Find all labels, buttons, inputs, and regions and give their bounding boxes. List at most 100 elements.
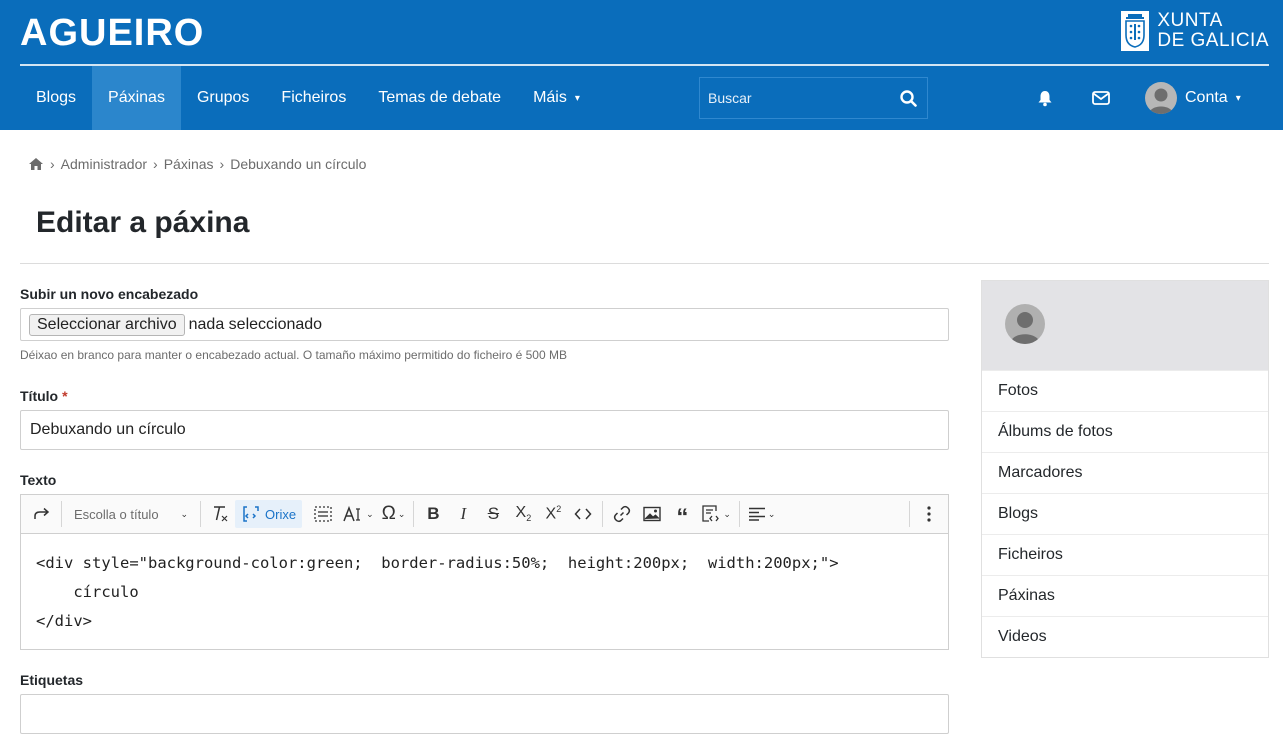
- more-options-icon: [927, 506, 931, 522]
- superscript-button[interactable]: X2: [538, 499, 568, 529]
- align-button[interactable]: ⌄: [744, 499, 780, 529]
- chevron-down-icon: ⌄: [767, 508, 776, 519]
- link-button[interactable]: [607, 499, 637, 529]
- nav-item-mais[interactable]: Máis ▾: [517, 66, 596, 130]
- account-menu[interactable]: Conta ▾: [1145, 82, 1241, 114]
- toolbar-separator: [61, 501, 62, 527]
- user-avatar-icon[interactable]: [1005, 304, 1045, 344]
- font-size-button[interactable]: ⌄: [338, 499, 378, 529]
- text-label: Texto: [20, 472, 57, 488]
- choose-file-button[interactable]: Seleccionar archivo: [29, 313, 185, 336]
- source-line: </div>: [36, 612, 92, 630]
- toolbar-separator: [413, 501, 415, 527]
- subscript-button[interactable]: X2: [508, 499, 538, 529]
- chevron-down-icon: ▾: [1235, 92, 1241, 104]
- header-upload-label: Subir un novo encabezado: [20, 286, 199, 302]
- search-icon: [899, 89, 917, 107]
- xunta-logo[interactable]: XUNTA DE GALICIA: [1121, 11, 1269, 51]
- source-label: Orixe: [265, 506, 297, 522]
- align-icon: [748, 507, 765, 521]
- nav-item-ficheiros[interactable]: Ficheiros: [265, 66, 362, 130]
- font-size-icon: [343, 505, 361, 522]
- heading-dropdown[interactable]: Escolla o título ⌄: [66, 499, 196, 529]
- site-brand[interactable]: AGUEIRO: [20, 12, 204, 55]
- image-button[interactable]: [637, 499, 667, 529]
- tags-input[interactable]: [20, 694, 949, 734]
- breadcrumb-item[interactable]: Administrador: [61, 156, 147, 172]
- account-label: Conta: [1185, 89, 1228, 106]
- code-icon: [574, 508, 592, 520]
- italic-icon: I: [460, 504, 467, 523]
- bell-icon: [1038, 90, 1052, 106]
- nav-item-label: Ficheiros: [281, 89, 347, 106]
- messages-button[interactable]: [1091, 88, 1111, 108]
- source-line: <div style="background-color:green; bord…: [36, 554, 839, 572]
- superscript-icon: X2: [545, 504, 562, 523]
- nav-item-label: Grupos: [196, 89, 250, 106]
- sidebar-item-paxinas[interactable]: Páxinas: [982, 575, 1268, 616]
- redo-icon: [34, 507, 50, 519]
- sidebar-item-videos[interactable]: Videos: [982, 616, 1268, 657]
- nav-item-grupos[interactable]: Grupos: [181, 66, 265, 130]
- html-embed-button[interactable]: ⌄: [697, 499, 735, 529]
- rich-text-editor: Escolla o título ⌄ Orixe ⌄ Ω ⌄ B I S X2 …: [20, 494, 949, 650]
- breadcrumb-separator: ›: [50, 156, 55, 172]
- required-mark: *: [62, 388, 68, 404]
- strikethrough-button[interactable]: S: [478, 499, 508, 529]
- owner-sidebar: Fotos Álbums de fotos Marcadores Blogs F…: [981, 280, 1269, 658]
- clear-format-icon: [214, 506, 228, 522]
- user-avatar-icon: [1145, 82, 1177, 114]
- sidebar-item-marcadores[interactable]: Marcadores: [982, 452, 1268, 493]
- toolbar-separator: [602, 501, 604, 527]
- show-blocks-icon: [314, 506, 332, 522]
- breadcrumb-separator: ›: [219, 156, 225, 172]
- sidebar-item-albums[interactable]: Álbums de fotos: [982, 411, 1268, 452]
- code-button[interactable]: [568, 499, 598, 529]
- bold-button[interactable]: B: [418, 499, 448, 529]
- show-blocks-button[interactable]: [308, 499, 338, 529]
- sidebar-item-blogs[interactable]: Blogs: [982, 493, 1268, 534]
- subscript-icon: X2: [515, 504, 532, 524]
- special-characters-button[interactable]: Ω ⌄: [378, 499, 410, 529]
- special-characters-icon: Ω: [381, 503, 396, 524]
- title-input[interactable]: Debuxando un círculo: [20, 410, 949, 450]
- image-icon: [643, 506, 662, 522]
- heading-placeholder: Escolla o título: [74, 506, 159, 522]
- toolbar-separator: [738, 501, 740, 527]
- xunta-logo-line1: XUNTA: [1157, 10, 1223, 31]
- italic-button[interactable]: I: [448, 499, 478, 529]
- sidebar-owner-block: [982, 281, 1268, 370]
- home-icon[interactable]: [28, 157, 44, 171]
- bold-icon: B: [427, 504, 440, 523]
- source-line: círculo: [36, 583, 139, 601]
- xunta-logo-line2: DE GALICIA: [1157, 30, 1269, 51]
- clear-format-button[interactable]: [205, 499, 235, 529]
- search-input[interactable]: [700, 78, 889, 118]
- search-button[interactable]: [889, 78, 927, 118]
- tags-label: Etiquetas: [20, 672, 84, 688]
- html-embed-icon: [702, 505, 720, 522]
- source-editor[interactable]: <div style="background-color:green; bord…: [21, 534, 948, 651]
- header-upload-field: Seleccionar archivo nada seleccionado: [20, 308, 949, 341]
- breadcrumb-item[interactable]: Páxinas: [164, 156, 214, 172]
- redo-button[interactable]: [27, 499, 57, 529]
- chevron-down-icon: ⌄: [723, 508, 731, 519]
- notifications-button[interactable]: [1035, 88, 1055, 108]
- nav-item-blogs[interactable]: Blogs: [20, 66, 92, 130]
- sidebar-item-ficheiros[interactable]: Ficheiros: [982, 534, 1268, 575]
- search-form: [699, 77, 928, 119]
- toolbar-separator: [200, 501, 201, 527]
- xunta-logo-text: XUNTA DE GALICIA: [1157, 11, 1269, 51]
- nav-item-label: Páxinas: [108, 89, 165, 106]
- breadcrumb: › Administrador › Páxinas › Debuxando un…: [28, 156, 366, 172]
- nav-item-temas-de-debate[interactable]: Temas de debate: [362, 66, 517, 130]
- page-title: Editar a páxina: [36, 206, 250, 239]
- envelope-icon: [1092, 91, 1110, 105]
- chevron-down-icon: ▾: [574, 92, 580, 104]
- header-upload-help: Déixao en branco para manter o encabezad…: [20, 348, 567, 362]
- more-options-button[interactable]: [914, 499, 944, 529]
- source-button[interactable]: Orixe: [235, 500, 303, 528]
- blockquote-button[interactable]: “: [667, 499, 697, 530]
- sidebar-item-fotos[interactable]: Fotos: [982, 370, 1268, 411]
- nav-item-paxinas[interactable]: Páxinas: [92, 66, 181, 130]
